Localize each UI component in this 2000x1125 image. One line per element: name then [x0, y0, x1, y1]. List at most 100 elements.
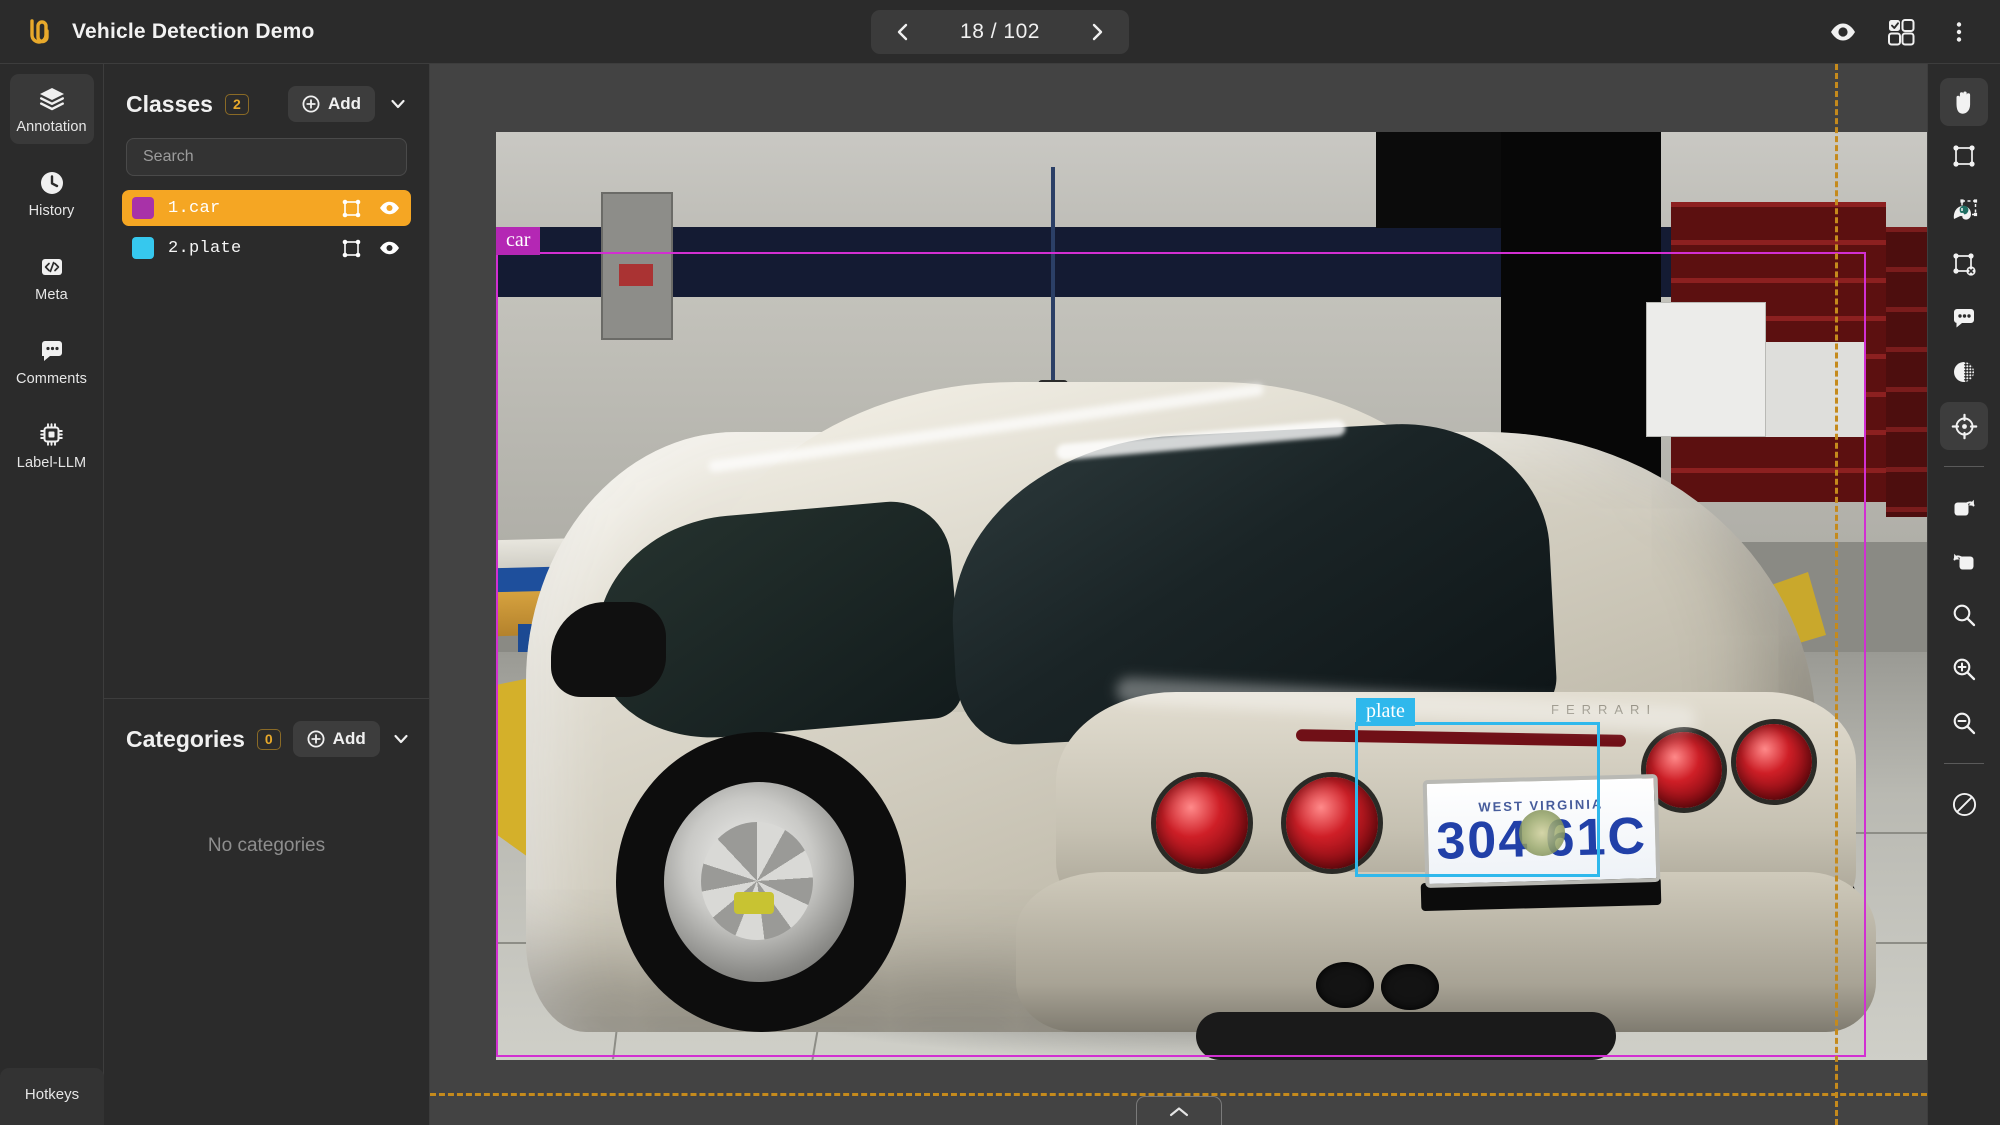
- redo-icon: [1951, 494, 1977, 520]
- add-category-button[interactable]: Add: [292, 721, 380, 757]
- eye-icon[interactable]: [377, 200, 401, 216]
- paperclip-u-logo-icon: [22, 15, 56, 49]
- undo-icon: [1951, 548, 1977, 574]
- prohibited-icon: [1951, 791, 1978, 818]
- annotation-app: Vehicle Detection Demo 18 / 102 Annotati…: [0, 0, 2000, 1125]
- categories-title: Categories: [126, 725, 245, 752]
- bbox-label-car: car: [496, 227, 541, 255]
- left-nav-rail: Annotation History Meta Comments Label-L…: [0, 64, 104, 1125]
- rect-tool[interactable]: [1940, 132, 1988, 180]
- hand-icon: [1951, 88, 1977, 116]
- comment-dots-icon: [39, 337, 65, 364]
- classes-panel: Classes 2 Add Search 1.car 2.plate Categ…: [104, 64, 430, 1125]
- image-canvas[interactable]: FERRARI WEST VIRGINIA 304 61C car plate: [430, 64, 1928, 1125]
- bbox-car[interactable]: car: [496, 227, 1866, 1057]
- bbox-label-plate: plate: [1356, 698, 1415, 726]
- bounding-box-icon[interactable]: [339, 238, 363, 259]
- plus-circle-icon: [302, 95, 320, 113]
- class-color-swatch: [132, 237, 154, 259]
- next-image-button[interactable]: [1083, 18, 1111, 46]
- code-icon: [39, 253, 65, 280]
- right-toolbar: [1928, 64, 2000, 1125]
- more-vertical-icon[interactable]: [1944, 17, 1974, 47]
- box-remove-icon: [1951, 251, 1977, 277]
- undo-button[interactable]: [1940, 537, 1988, 585]
- page-title: Vehicle Detection Demo: [72, 19, 315, 43]
- plus-circle-icon: [307, 730, 325, 748]
- classes-section: Classes 2 Add Search 1.car 2.plate: [104, 64, 429, 270]
- prev-image-button[interactable]: [889, 18, 917, 46]
- bounding-box-icon[interactable]: [339, 198, 363, 219]
- add-class-button[interactable]: Add: [287, 86, 375, 122]
- magic-segment-icon: [1950, 197, 1978, 223]
- categories-collapse-chevron-down-icon[interactable]: [392, 730, 410, 748]
- categories-header: Categories 0 Add: [104, 699, 429, 773]
- brand: Vehicle Detection Demo: [0, 15, 314, 49]
- top-bar: Vehicle Detection Demo 18 / 102: [0, 0, 2000, 64]
- photo-frame: FERRARI WEST VIRGINIA 304 61C car plate: [430, 102, 1927, 1060]
- sidebar-item-label-llm[interactable]: Label-LLM: [10, 410, 94, 480]
- chevron-up-icon: [1168, 1105, 1190, 1119]
- classes-header: Classes 2 Add: [104, 64, 429, 138]
- sidebar-item-label: Comments: [16, 371, 87, 387]
- layers-icon: [38, 85, 66, 112]
- search-icon: [1951, 602, 1977, 628]
- sidebar-item-label: History: [28, 203, 75, 219]
- magic-select-tool[interactable]: [1940, 186, 1988, 234]
- top-actions: [1828, 17, 2000, 47]
- classes-title: Classes: [126, 90, 213, 117]
- toolbar-divider: [1944, 466, 1984, 467]
- classes-count-badge: 2: [224, 93, 249, 115]
- class-list: 1.car 2.plate: [104, 190, 429, 270]
- sidebar-item-annotation[interactable]: Annotation: [9, 74, 94, 144]
- class-search-wrap: [104, 138, 429, 190]
- sidebar-item-meta[interactable]: Meta: [10, 242, 94, 312]
- search-input[interactable]: [126, 138, 407, 176]
- pan-tool[interactable]: [1940, 78, 1988, 126]
- class-row-car[interactable]: 1.car: [122, 190, 411, 226]
- clock-icon: [39, 169, 65, 196]
- page-indicator: 18 / 102: [960, 19, 1040, 43]
- contrast-tool[interactable]: [1940, 348, 1988, 396]
- vertical-guide-line: [1835, 64, 1838, 1125]
- fit-view-button[interactable]: [1940, 591, 1988, 639]
- add-class-label: Add: [327, 94, 361, 113]
- comment-dots-icon: [1951, 305, 1977, 331]
- zoom-out-button[interactable]: [1940, 699, 1988, 747]
- class-row-plate[interactable]: 2.plate: [122, 230, 411, 266]
- hotkeys-button[interactable]: Hotkeys: [0, 1068, 104, 1125]
- redo-button[interactable]: [1940, 483, 1988, 531]
- pagination: 18 / 102: [871, 9, 1129, 54]
- sidebar-item-label: Annotation: [16, 119, 87, 135]
- categories-section: Categories 0 Add No categories: [104, 699, 429, 1125]
- grid-check-icon[interactable]: [1886, 17, 1916, 47]
- bbox-plate[interactable]: plate: [1355, 698, 1600, 877]
- sidebar-item-label: Label-LLM: [16, 455, 87, 471]
- toolbar-divider-2: [1944, 763, 1984, 764]
- class-label: 1.car: [168, 198, 221, 218]
- comment-tool[interactable]: [1940, 294, 1988, 342]
- chip-icon: [38, 421, 65, 448]
- classes-collapse-chevron-down-icon[interactable]: [387, 95, 409, 113]
- eye-icon[interactable]: [377, 240, 401, 256]
- sidebar-item-history[interactable]: History: [10, 158, 94, 228]
- contrast-icon: [1951, 359, 1977, 385]
- crosshair-icon: [1951, 413, 1978, 440]
- class-label: 2.plate: [168, 238, 242, 258]
- crosshair-tool[interactable]: [1940, 402, 1988, 450]
- annotated-image: FERRARI WEST VIRGINIA 304 61C car plate: [496, 132, 1927, 1060]
- categories-count-badge: 0: [256, 728, 281, 750]
- categories-empty-text: No categories: [207, 835, 326, 856]
- class-color-swatch: [132, 197, 154, 219]
- zoom-out-icon: [1951, 710, 1977, 736]
- delete-box-tool[interactable]: [1940, 240, 1988, 288]
- clear-tool-button[interactable]: [1940, 780, 1988, 828]
- sidebar-item-comments[interactable]: Comments: [10, 326, 94, 396]
- eye-icon[interactable]: [1828, 17, 1858, 47]
- add-category-label: Add: [332, 729, 366, 748]
- bounding-box-icon: [1951, 143, 1977, 169]
- app-body: Annotation History Meta Comments Label-L…: [0, 64, 2000, 1125]
- zoom-in-button[interactable]: [1940, 645, 1988, 693]
- bottom-panel-toggle[interactable]: [1135, 1096, 1222, 1125]
- zoom-in-icon: [1951, 656, 1977, 682]
